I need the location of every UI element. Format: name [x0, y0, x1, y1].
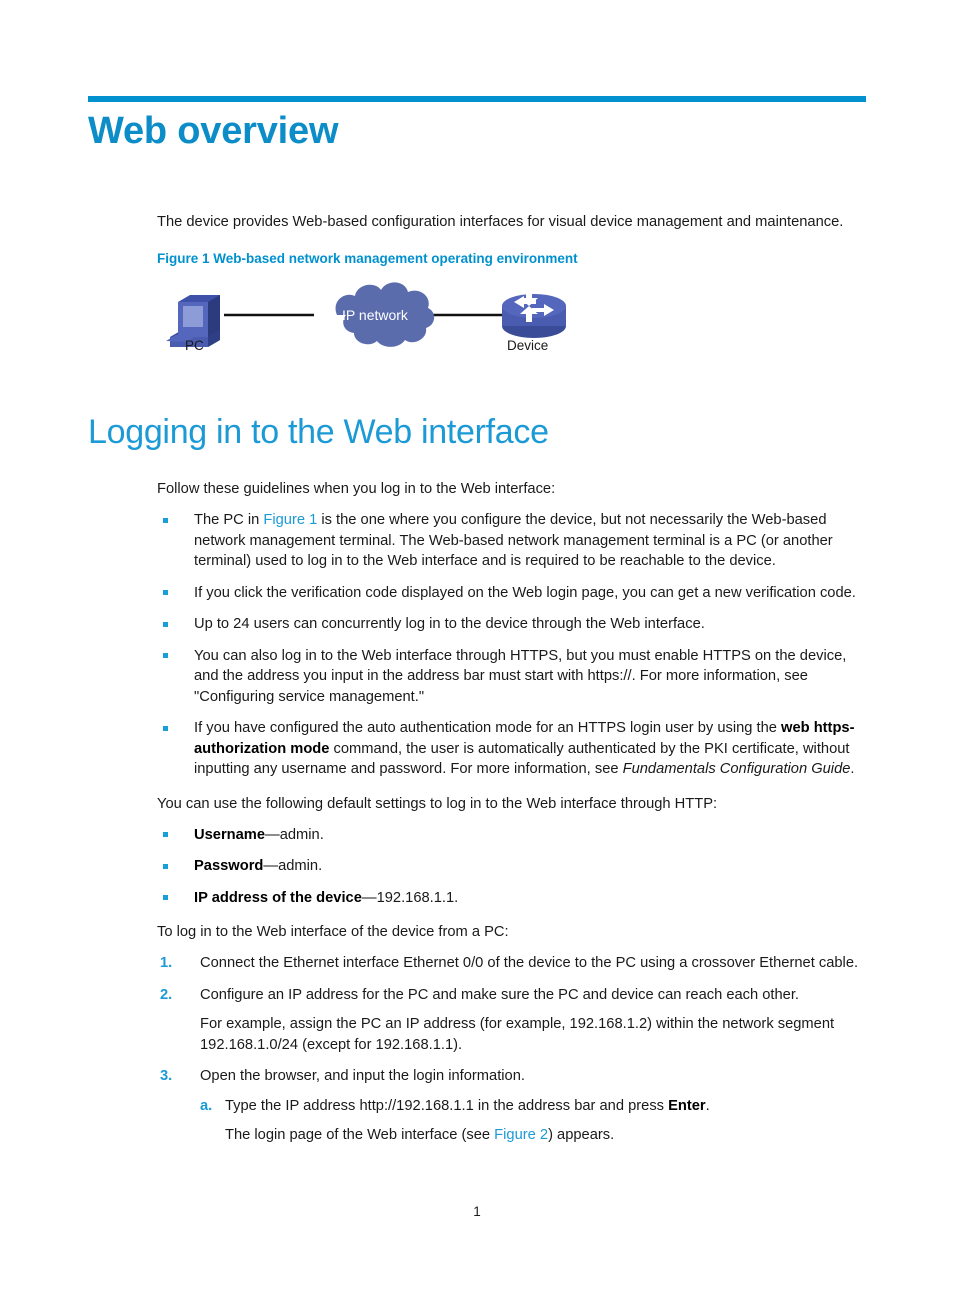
text-run: ) appears.: [548, 1127, 615, 1143]
guideline-item: If you have configured the auto authenti…: [157, 718, 865, 780]
procedure-list: 1. Connect the Ethernet interface Etherne…: [157, 953, 865, 1146]
text-run: .: [705, 1097, 710, 1114]
figure-1: IP network PC Device: [157, 276, 865, 366]
logging-in-section: Follow these guidelines when you log in …: [157, 479, 865, 1146]
procedure-step: 3. Open the browser, and input the login …: [157, 1066, 865, 1146]
guideline-item: If you click the verification code displ…: [157, 583, 865, 604]
intro-paragraph: The device provides Web-based configurat…: [157, 214, 844, 230]
pc-label: PC: [185, 338, 204, 353]
text-run: The login page of the Web interface (see: [225, 1127, 495, 1143]
bold-term: Enter: [668, 1097, 706, 1114]
setting-value: —admin.: [263, 858, 323, 874]
setting-label: Password: [194, 858, 264, 874]
cross-reference-link[interactable]: Figure 2: [494, 1127, 548, 1143]
intro-section: The device provides Web-based configurat…: [157, 212, 865, 366]
step-text: Configure an IP address for the PC and m…: [200, 986, 800, 1003]
text-run: The PC in: [194, 512, 264, 528]
procedure-step: 2. Configure an IP address for the PC and…: [157, 985, 865, 1056]
setting-label: Username: [194, 826, 266, 843]
setting-value: —admin.: [265, 826, 324, 843]
default-setting-item: Username—admin.: [157, 825, 865, 846]
substep-list: a. Type the IP address http://192.168.1.1…: [200, 1096, 865, 1117]
section-title-logging-in: Logging in to the Web interface: [88, 413, 549, 451]
guideline-item: The PC in Figure 1 is the one where you …: [157, 510, 865, 572]
defaults-intro: You can use the following default settin…: [157, 795, 718, 812]
guideline-item: Up to 24 users can concurrently log in t…: [157, 614, 865, 635]
defaults-list: Username—admin. Password—admin. IP address…: [157, 825, 865, 909]
page-title: Web overview: [88, 110, 339, 152]
procedure-intro: To log in to the Web interface of the de…: [157, 924, 509, 940]
guidelines-intro: Follow these guidelines when you log in …: [157, 481, 556, 497]
guidelines-list: The PC in Figure 1 is the one where you …: [157, 510, 865, 780]
step-result-paragraph: The login page of the Web interface (see…: [225, 1125, 865, 1146]
text-run: If you have configured the auto authenti…: [194, 720, 782, 736]
heading-rule: [88, 96, 866, 102]
device-label: Device: [507, 338, 549, 353]
substep-letter: a.: [200, 1097, 213, 1114]
network-diagram: IP network: [166, 282, 566, 347]
text-run: Type the IP address http://192.168.1.1 i…: [225, 1097, 669, 1114]
step-number: 3.: [160, 1068, 173, 1084]
procedure-step: 1. Connect the Ethernet interface Etherne…: [157, 953, 865, 974]
cloud-label: IP network: [342, 307, 409, 323]
default-setting-item: IP address of the device—192.168.1.1.: [157, 888, 865, 909]
default-setting-item: Password—admin.: [157, 856, 865, 877]
text-run: If you click the verification code displ…: [194, 584, 856, 601]
step-detail-paragraph: For example, assign the PC an IP address…: [200, 1016, 835, 1053]
figure-caption: Figure 1 Web-based network management op…: [157, 251, 578, 266]
book-reference: Fundamentals Configuration Guide: [622, 761, 851, 777]
page-number: 1: [473, 1204, 481, 1219]
device-icon: [502, 290, 566, 338]
document-page: Web overview The device provides Web-bas…: [0, 0, 954, 1296]
step-text: Connect the Ethernet interface Ethernet …: [200, 955, 859, 971]
step-text: Open the browser, and input the login in…: [200, 1068, 525, 1084]
setting-label: IP address of the device: [194, 889, 362, 906]
guideline-item: You can also log in to the Web interface…: [157, 646, 865, 708]
setting-value: —192.168.1.1.: [361, 889, 459, 906]
text-run: .: [850, 761, 855, 777]
substep-item: a. Type the IP address http://192.168.1.1…: [200, 1096, 865, 1117]
step-number: 2.: [160, 986, 173, 1003]
text-run: You can also log in to the Web interface…: [194, 647, 847, 705]
step-number: 1.: [160, 955, 173, 971]
text-run: Up to 24 users can concurrently log in t…: [194, 616, 705, 632]
cross-reference-link[interactable]: Figure 1: [263, 512, 317, 528]
